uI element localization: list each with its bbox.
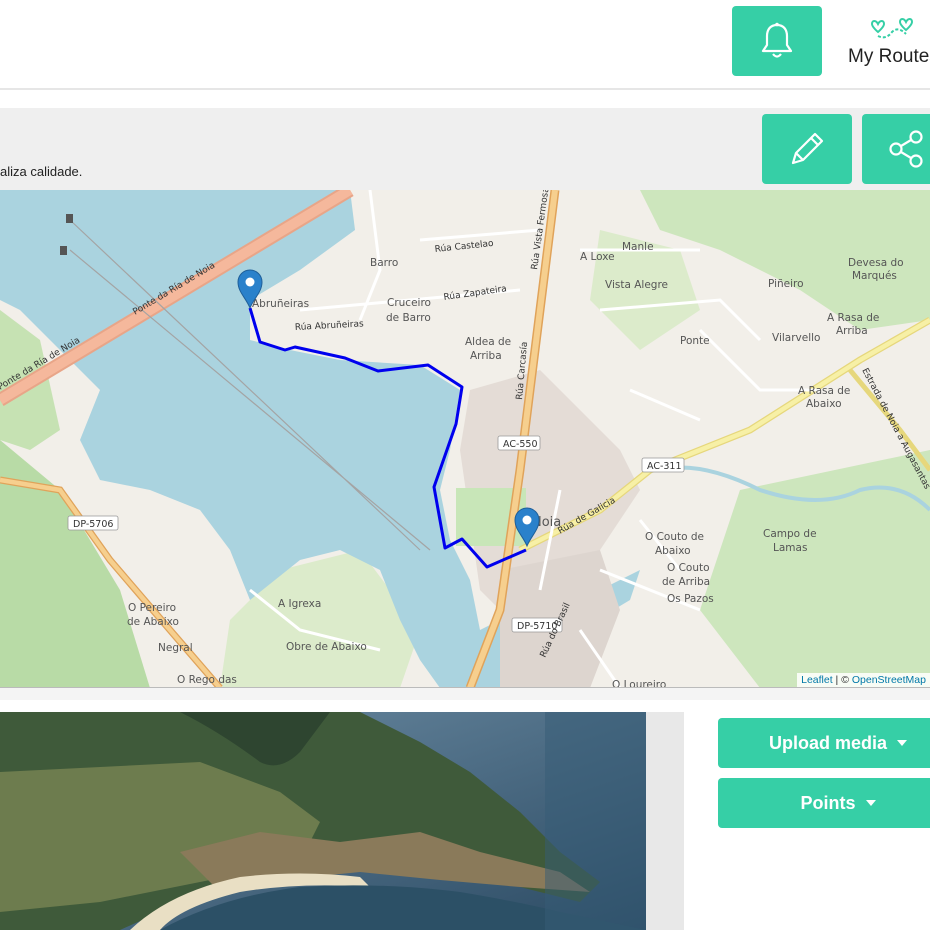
my-routes-link[interactable]: My Routes (840, 14, 930, 74)
map-label-o-loureiro: O Loureiro (612, 679, 666, 688)
map-label-a-rasa-abaixo-2: Abaixo (806, 398, 842, 410)
shield-ac311: AC-311 (641, 457, 685, 473)
map-label-cruceiro: Cruceiro (387, 297, 431, 309)
photo-image (0, 712, 646, 930)
section-divider (0, 688, 930, 700)
map-label-vilarvello: Vilarvello (772, 332, 820, 344)
shield-dp5706-label: DP-5706 (73, 519, 113, 530)
share-icon (889, 130, 923, 168)
map-label-o-couto-abaixo-2: Abaixo (655, 545, 691, 557)
map-label-de-barro: de Barro (386, 312, 431, 324)
map-label-os-pazos: Os Pazos (667, 593, 714, 605)
map-label-o-couto-abaixo-1: O Couto de (645, 531, 704, 543)
map-attribution: Leaflet | © OpenStreetMap (797, 673, 930, 687)
map-label-ponte: Ponte (680, 335, 710, 347)
leaflet-link[interactable]: Leaflet (801, 674, 833, 686)
map-label-abrunheiras: Abruñeiras (252, 298, 309, 310)
map-label-a-rasa-arriba-2: Arriba (836, 325, 868, 337)
shield-ac550: AC-550 (497, 435, 541, 451)
map-label-campo-1: Campo de (763, 528, 817, 540)
map-label-a-rasa-arriba-1: A Rasa de (827, 312, 879, 324)
map-label-o-pereiro-1: O Pereiro (128, 602, 176, 614)
map-label-o-pereiro-2: de Abaixo (127, 616, 179, 628)
map-label-vista-alegre: Vista Alegre (605, 279, 668, 291)
route-icon (870, 18, 914, 39)
my-routes-label: My Routes (848, 46, 930, 67)
map-label-o-couto-arriba-1: O Couto (667, 562, 710, 574)
map-label-o-rego: O Rego das (177, 674, 237, 686)
top-bar: My Routes (0, 0, 930, 90)
pencil-icon (791, 132, 824, 165)
map-label-o-couto-arriba-2: de Arriba (662, 576, 710, 588)
map-label-a-loxe: A Loxe (580, 251, 615, 263)
route-description: aliza calidade. (0, 164, 83, 179)
points-label: Points (800, 792, 856, 813)
chevron-down-icon (897, 740, 908, 746)
map-label-marques: Marqués (852, 270, 897, 282)
media-gallery (0, 712, 684, 930)
map-label-campo-2: Lamas (773, 542, 807, 554)
lighthouse-icon (66, 214, 73, 223)
map-label-pineiro: Piñeiro (768, 278, 804, 290)
map-label-devesa: Devesa do (848, 257, 904, 269)
map-canvas[interactable]: Barro Rúa Castelao Rúa Vista Fermosa Man… (0, 190, 930, 688)
shield-ac311-label: AC-311 (647, 461, 682, 472)
map-label-obre: Obre de Abaixo (286, 641, 367, 653)
map-label-manle: Manle (622, 241, 654, 253)
share-route-button[interactable] (862, 114, 930, 184)
attribution-separator: | © (832, 674, 852, 686)
notifications-button[interactable] (732, 6, 822, 76)
bell-icon (761, 22, 793, 58)
map-label-a-rasa-abaixo-1: A Rasa de (798, 385, 850, 397)
upload-media-label: Upload media (768, 732, 888, 753)
route-map[interactable]: Barro Rúa Castelao Rúa Vista Fermosa Man… (0, 190, 930, 688)
shield-dp5706: DP-5706 (67, 515, 119, 531)
upload-media-button[interactable]: Upload media (718, 718, 930, 768)
map-label-a-igrexa: A Igrexa (278, 598, 321, 610)
points-button[interactable]: Points (718, 778, 930, 828)
osm-link[interactable]: OpenStreetMap (852, 674, 926, 686)
chevron-down-icon (865, 800, 876, 806)
edit-route-button[interactable] (762, 114, 852, 184)
shield-ac550-label: AC-550 (503, 439, 538, 450)
map-label-aldea: Aldea de (465, 336, 511, 348)
map-label-arriba: Arriba (470, 350, 502, 362)
route-photo[interactable] (0, 712, 646, 930)
map-label-negral: Negral (158, 642, 193, 654)
lighthouse-icon (60, 246, 67, 255)
map-label-barro: Barro (370, 257, 398, 269)
